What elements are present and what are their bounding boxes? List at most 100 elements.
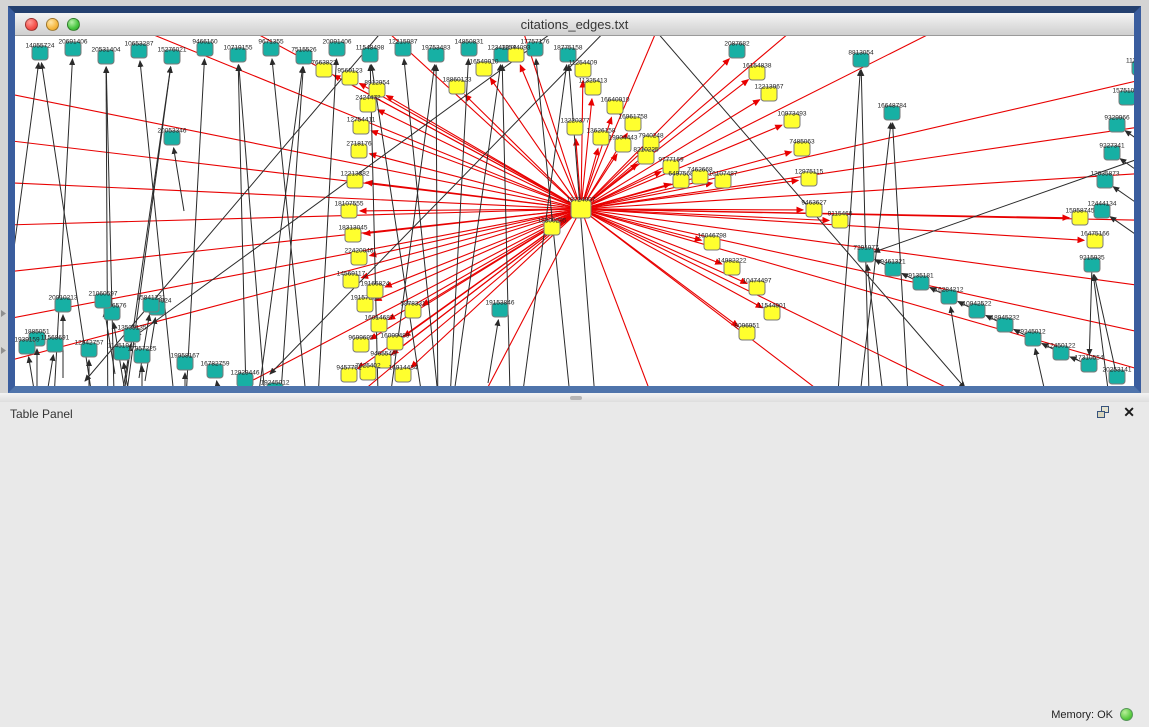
node-label: 16549910 [470,59,499,66]
edge-selected[interactable] [581,209,1134,381]
node-label: 18945232 [991,315,1020,322]
node-label: 14055724 [26,43,55,50]
node-label: 12754411 [347,117,376,124]
node-label: 18300295 [538,218,567,225]
node-label: 12923446 [231,370,260,377]
network-canvas[interactable]: 1405572420691406205314041065328715276021… [15,36,1134,386]
node-label: 12213967 [755,84,784,91]
network-window-titlebar[interactable]: citations_edges.txt [15,13,1134,36]
minimize-window-button[interactable] [46,18,59,31]
edge[interactable] [488,320,498,383]
network-window: citations_edges.txt 14055724206914062053… [8,6,1141,393]
node-label: 12450122 [1047,343,1076,350]
node-label: 17310554 [1075,355,1104,362]
zoom-window-button[interactable] [67,18,80,31]
node-label: 9466160 [192,39,218,46]
edge-selected[interactable] [215,36,581,209]
edge[interactable] [1110,217,1134,289]
edge-selected[interactable] [15,181,581,209]
node-label: 16961758 [619,114,648,121]
node-label: 19166824 [361,281,390,288]
status-bar: Memory: OK [1051,708,1133,721]
edge[interactable] [569,65,598,386]
edge[interactable] [278,67,303,386]
node-label: 19958167 [171,353,200,360]
node-label: 7940248 [638,133,664,140]
node-label: 11254409 [569,60,598,67]
node-label: 21060597 [89,291,118,298]
node-label: 9461321 [880,259,906,266]
table-panel-header: Table Panel ✕ [0,402,1149,428]
node-label: 11123044 [1126,58,1134,65]
node-label: 12215987 [389,39,418,46]
node-label: 8912954 [364,80,390,87]
node-label: 19753483 [422,45,451,52]
node-label: 16107487 [709,171,738,178]
node-label: 1939159 [15,337,40,344]
node-label: 2718176 [346,141,372,148]
node-label: 9215935 [1079,255,1105,262]
node-label: 13626158 [587,128,616,135]
edge[interactable] [1035,349,1055,386]
node-label: 12213382 [341,171,370,178]
table-panel-title: Table Panel [10,407,73,421]
node-label: 8096951 [734,323,760,330]
panel-divider[interactable] [0,393,1149,402]
edge[interactable] [861,70,870,386]
node-label: 16648784 [878,103,907,110]
float-panel-icon[interactable] [1097,406,1111,419]
node-label: 16046798 [698,233,727,240]
node-label: 16099489 [381,333,410,340]
node-label: 10653287 [125,41,154,48]
node-label: 9463627 [801,200,827,207]
edge-selected[interactable] [581,209,1134,341]
node-label: 9115460 [828,211,853,218]
node-label: 18313045 [339,225,368,232]
edge-selected[interactable] [581,209,665,386]
node-label: 18107555 [335,201,364,208]
edge[interactable] [217,381,227,386]
close-panel-icon[interactable]: ✕ [1123,406,1135,419]
edge-selected[interactable] [581,209,1134,221]
node-label: 9560123 [337,68,363,75]
node-label: 15841231 [137,295,166,302]
edge[interactable] [867,265,888,386]
node-label: 16154838 [743,63,772,70]
node-label: 18775158 [554,45,583,52]
edge-selected[interactable] [581,100,760,209]
edge[interactable] [184,59,204,386]
node-label: 10474497 [743,278,772,285]
node-label: 7515526 [291,47,317,54]
node-label: 20691406 [59,39,88,46]
node-label: 12942757 [75,340,104,347]
edge[interactable] [316,59,336,386]
edge[interactable] [239,65,268,386]
node-label: 9135181 [908,273,934,280]
splitter-arrow-icon[interactable] [1,347,6,354]
node-label: 9329966 [1104,115,1130,122]
node-label: 12544093 [502,45,531,52]
node-label: 20053346 [158,128,187,135]
node-label: 15751074 [1113,88,1134,95]
node-label: 19153846 [486,300,515,307]
node-label: 16640910 [601,97,630,104]
node-label: 11548498 [356,45,385,52]
edge[interactable] [43,355,53,386]
edge[interactable] [1113,187,1134,259]
node-label: 7663822 [311,60,337,67]
node-label: 9457791 [336,365,362,372]
node-label: 16014687 [365,315,394,322]
divider-grip[interactable] [570,396,582,400]
close-window-button[interactable] [25,18,38,31]
node-label: 7291977 [853,245,879,252]
node-label: 12035873 [1091,171,1120,178]
node-label: 11544901 [758,303,787,310]
node-label: 14982222 [718,258,747,265]
node-label: 20910213 [49,295,78,302]
edge[interactable] [174,148,184,211]
splitter-arrow-icon[interactable] [1,310,6,317]
node-label: 11568691 [41,335,70,342]
node-label: 2087682 [724,41,750,48]
node-label: 16782759 [201,361,230,368]
node-label: 19904443 [609,135,638,142]
